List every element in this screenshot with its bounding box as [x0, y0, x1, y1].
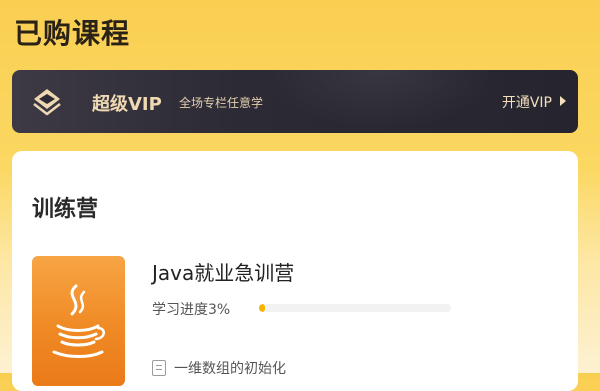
course-card: 训练营 Java就业急训营 学习进度3% 一维数组的初始化 — [12, 151, 578, 391]
document-icon — [152, 360, 166, 376]
progress-label: 学习进度3% — [152, 302, 231, 318]
vip-banner[interactable]: 超级VIP 全场专栏任意学 开通VIP — [12, 70, 578, 133]
section-title: 训练营 — [32, 197, 99, 222]
progress-bar-fill — [259, 304, 265, 312]
page-title: 已购课程 — [14, 17, 131, 50]
chevron-right-icon[interactable] — [560, 96, 566, 106]
lesson-title: 一维数组的初始化 — [174, 361, 286, 377]
course-title[interactable]: Java就业急训营 — [152, 257, 294, 286]
vip-diamond-icon — [32, 87, 62, 117]
java-coffee-cup-icon — [52, 284, 105, 358]
vip-subtitle: 全场专栏任意学 — [179, 96, 264, 110]
progress-bar — [259, 304, 451, 312]
banner-glow — [262, 70, 502, 130]
course-thumbnail[interactable] — [32, 256, 125, 386]
open-vip-button[interactable]: 开通VIP — [502, 92, 552, 112]
vip-title: 超级VIP — [92, 94, 162, 115]
